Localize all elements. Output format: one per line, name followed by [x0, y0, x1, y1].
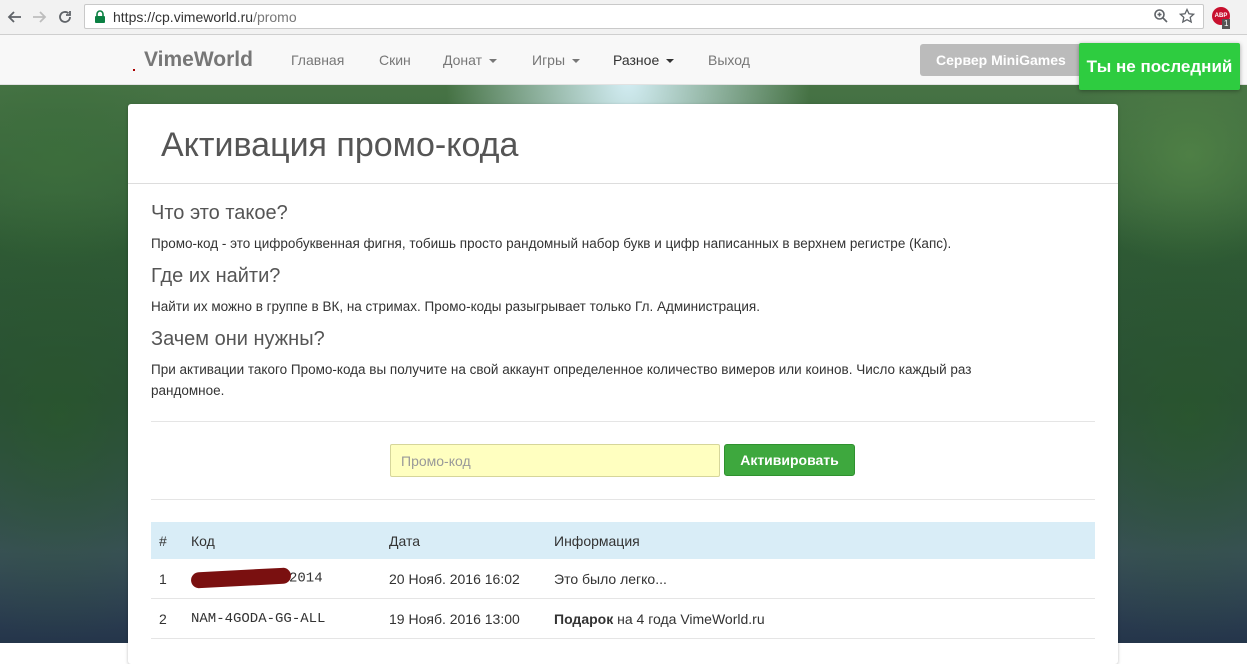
caret-down-icon — [489, 59, 498, 64]
promo-panel: Активация промо-кода Что это такое? Пром… — [128, 104, 1118, 664]
server-select-button[interactable]: Сервер MiniGames — [920, 44, 1090, 76]
cell-code: NAM-4GODA-GG-ALL — [183, 598, 381, 639]
lock-icon — [95, 9, 105, 23]
url-path: /promo — [253, 8, 297, 25]
cell-code: 2014 — [183, 559, 381, 599]
nav-skin-label: Скин — [379, 52, 411, 68]
cell-date: 19 Нояб. 2016 13:00 — [381, 598, 546, 639]
back-button[interactable] — [4, 6, 26, 28]
arrow-right-icon — [33, 11, 47, 23]
brand-dot — [133, 69, 135, 71]
promo-code-input[interactable] — [390, 444, 720, 477]
info-bold: Подарок — [554, 610, 614, 627]
browser-toolbar: https://cp.vimeworld.ru/promo ABP 1 — [0, 0, 1247, 35]
bookmark-star-icon[interactable] — [1179, 8, 1195, 24]
table-header-row: # Код Дата Информация — [151, 522, 1095, 559]
col-header-info: Информация — [546, 522, 1095, 559]
nav-home[interactable]: Главная — [291, 52, 344, 68]
nav-home-label: Главная — [291, 52, 345, 68]
server-button-label: Сервер MiniGames — [936, 52, 1066, 68]
activate-button[interactable]: Активировать — [724, 444, 855, 476]
cell-num: 2 — [151, 598, 183, 639]
forward-button[interactable] — [28, 6, 50, 28]
col-header-num: # — [151, 522, 183, 559]
nav-skin[interactable]: Скин — [379, 52, 411, 68]
site-navbar: VimeWorld Главная Скин Донат Игры Разное… — [0, 35, 1247, 85]
cell-num: 1 — [151, 559, 183, 599]
nav-games[interactable]: Игры — [532, 52, 581, 68]
cell-info: Это было легко... — [546, 559, 1095, 599]
section-heading-why: Зачем они нужны? — [151, 328, 325, 350]
toast-text: Ты не последний — [1086, 56, 1233, 76]
section-text-what: Промо-код - это цифробуквенная фигня, то… — [151, 236, 952, 251]
brand-logo[interactable]: VimeWorld — [144, 48, 253, 72]
cell-info: Подарок на 4 года VimeWorld.ru — [546, 598, 1095, 639]
extension-badge: 1 — [1222, 19, 1231, 29]
address-bar[interactable]: https://cp.vimeworld.ru/promo — [84, 4, 1204, 29]
url-host: https://cp.vimeworld.ru — [113, 8, 254, 25]
notification-toast[interactable]: Ты не последний — [1079, 43, 1240, 90]
col-header-code: Код — [183, 522, 381, 559]
table-row: 1 2014 20 Нояб. 2016 16:02 Это было легк… — [151, 559, 1095, 599]
nav-misc[interactable]: Разное — [613, 52, 675, 68]
promo-history-table: # Код Дата Информация 1 2014 20 Нояб. 20… — [151, 522, 1095, 639]
nav-donate-label: Донат — [443, 52, 483, 68]
nav-logout-label: Выход — [708, 52, 750, 68]
nav-donate[interactable]: Донат — [443, 52, 498, 68]
section-heading-where: Где их найти? — [151, 265, 281, 287]
reload-button[interactable] — [54, 6, 76, 28]
nav-games-label: Игры — [532, 52, 566, 68]
page-title: Активация промо-кода — [161, 126, 519, 164]
zoom-icon[interactable] — [1153, 8, 1169, 24]
panel-heading: Активация промо-кода — [128, 104, 1118, 184]
table-row: 2 NAM-4GODA-GG-ALL 19 Нояб. 2016 13:00 П… — [151, 598, 1095, 639]
nav-misc-label: Разное — [613, 52, 660, 68]
caret-down-icon — [572, 59, 581, 64]
redaction-mark — [190, 567, 292, 589]
cell-date: 20 Нояб. 2016 16:02 — [381, 559, 546, 599]
col-header-date: Дата — [381, 522, 546, 559]
arrow-left-icon — [7, 11, 21, 23]
nav-logout[interactable]: Выход — [708, 52, 750, 68]
code-text: 2014 — [289, 570, 323, 587]
divider — [151, 499, 1095, 500]
info-text: на 4 года VimeWorld.ru — [613, 610, 765, 627]
caret-down-icon — [666, 59, 675, 64]
divider — [151, 421, 1095, 422]
section-text-where: Найти их можно в группе в ВК, на стримах… — [151, 299, 760, 314]
reload-icon — [59, 11, 71, 23]
section-text-why: При активации такого Промо-кода вы получ… — [151, 362, 972, 398]
section-heading-what: Что это такое? — [151, 202, 288, 224]
